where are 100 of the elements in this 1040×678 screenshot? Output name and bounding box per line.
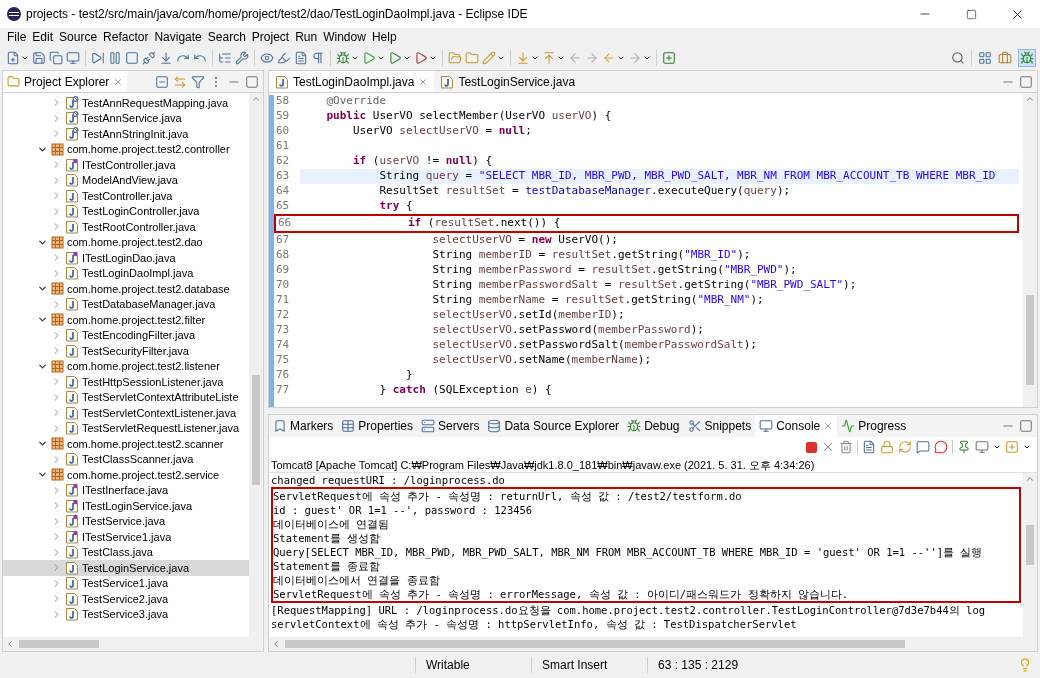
caret-icon[interactable]: [351, 54, 359, 62]
tree-item[interactable]: com.home.project.test2.database: [3, 281, 249, 297]
horizontal-scrollbar[interactable]: [3, 637, 263, 651]
plug-icon[interactable]: [142, 51, 156, 65]
folder-open-icon[interactable]: [448, 51, 462, 65]
collapse-all-icon[interactable]: [155, 74, 169, 89]
pin-icon[interactable]: [957, 440, 971, 454]
caret-icon[interactable]: [21, 54, 29, 62]
tree-item[interactable]: TestHttpSessionListener.java: [3, 374, 249, 390]
horizontal-scrollbar[interactable]: [269, 637, 1037, 651]
tree-item[interactable]: TestController.java: [3, 188, 249, 204]
folder-icon[interactable]: [465, 51, 479, 65]
run-server-icon[interactable]: [388, 51, 402, 65]
vertical-scrollbar[interactable]: [1023, 473, 1037, 637]
perspective-toggle[interactable]: [1018, 49, 1036, 67]
scrollbar-thumb[interactable]: [19, 640, 99, 648]
tree-item[interactable]: ModelAndView.java: [3, 172, 249, 188]
caret-icon[interactable]: [531, 54, 539, 62]
tree-item[interactable]: TestLoginDaoImpl.java: [3, 265, 249, 281]
tree-item[interactable]: TestService1.java: [3, 575, 249, 591]
maximize-icon[interactable]: [245, 74, 259, 89]
speech-bubble-icon[interactable]: [916, 440, 930, 454]
panel-tab[interactable]: Properties: [337, 415, 418, 437]
monitor-icon[interactable]: [66, 51, 80, 65]
menu-item[interactable]: Refactor: [100, 28, 152, 46]
vertical-scrollbar[interactable]: [1023, 93, 1037, 407]
close-icon[interactable]: [418, 76, 429, 87]
tree-item[interactable]: ITestController.java: [3, 157, 249, 173]
chevron-right-icon[interactable]: [51, 252, 62, 264]
filter-icon[interactable]: [191, 74, 205, 89]
menu-item[interactable]: Run: [292, 28, 321, 46]
skip-forward-icon[interactable]: [91, 51, 105, 65]
tree-item[interactable]: ITestLoginService.java: [3, 498, 249, 514]
tree-item[interactable]: TestClassScanner.java: [3, 451, 249, 467]
tree-item[interactable]: TestServletContextAttributeListe: [3, 389, 249, 405]
menu-item[interactable]: Search: [204, 28, 249, 46]
tree-item[interactable]: TestServletContextListener.java: [3, 405, 249, 421]
panel-tab[interactable]: Project Explorer: [3, 71, 128, 92]
caret-icon[interactable]: [377, 54, 385, 62]
pilcrow-icon[interactable]: [311, 51, 325, 65]
eye-icon[interactable]: [260, 51, 274, 65]
wrench-icon[interactable]: [235, 51, 249, 65]
tree-item[interactable]: TestAnnRequestMapping.java: [3, 95, 249, 111]
caret-icon[interactable]: [1023, 443, 1031, 451]
open-window-icon[interactable]: [662, 51, 676, 65]
tree-item[interactable]: com.home.project.test2.listener: [3, 358, 249, 374]
copy-icon[interactable]: [49, 51, 63, 65]
tree-item[interactable]: com.home.project.test2.filter: [3, 312, 249, 328]
menu-item[interactable]: Navigate: [151, 28, 205, 46]
new-file-icon[interactable]: [6, 51, 20, 65]
speech-bubble-icon[interactable]: [934, 440, 948, 454]
search-icon[interactable]: [951, 51, 965, 65]
document-icon[interactable]: [294, 51, 308, 65]
caret-icon[interactable]: [429, 54, 437, 62]
refresh-icon[interactable]: [898, 440, 912, 454]
caret-icon[interactable]: [993, 443, 1001, 451]
stop-icon[interactable]: [125, 51, 139, 65]
menu-item[interactable]: Source: [56, 28, 101, 46]
caret-icon[interactable]: [497, 54, 505, 62]
editor-tab[interactable]: TestLoginService.java: [434, 71, 582, 92]
panel-tab[interactable]: Console: [755, 415, 838, 437]
tree-item[interactable]: TestService2.java: [3, 591, 249, 607]
menu-item[interactable]: Edit: [29, 28, 57, 46]
lock-icon[interactable]: [880, 440, 894, 454]
tree-item[interactable]: TestAnnService.java: [3, 110, 249, 126]
panel-tab[interactable]: Snippets: [683, 415, 756, 437]
close-icon[interactable]: [823, 421, 834, 431]
tree-item[interactable]: TestService3.java: [3, 606, 249, 622]
maximize-icon[interactable]: [1019, 74, 1033, 89]
close-icon[interactable]: [113, 76, 124, 87]
editor-tab[interactable]: TestLoginDaoImpl.java: [269, 71, 435, 92]
scroll-left-icon[interactable]: [5, 639, 15, 649]
run-tool-icon[interactable]: [414, 51, 428, 65]
maximize-icon[interactable]: [1019, 419, 1033, 433]
caret-icon[interactable]: [617, 54, 625, 62]
pause-icon[interactable]: [108, 51, 122, 65]
tree-item[interactable]: ITestInerface.java: [3, 482, 249, 498]
tree-item[interactable]: TestAnnStringInit.java: [3, 126, 249, 142]
two-arrows-icon[interactable]: [173, 74, 187, 89]
arrow-down-icon[interactable]: [159, 51, 173, 65]
tree-item[interactable]: ITestLoginDao.java: [3, 250, 249, 266]
menu-item[interactable]: Window: [320, 28, 369, 46]
scrollbar-thumb[interactable]: [285, 640, 905, 648]
panel-tab[interactable]: Debug: [623, 415, 684, 437]
vertical-scrollbar[interactable]: [249, 93, 263, 637]
panel-tab[interactable]: Markers: [269, 415, 338, 437]
tree-item[interactable]: com.home.project.test2.dao: [3, 234, 249, 250]
caret-icon[interactable]: [403, 54, 411, 62]
tree-item[interactable]: TestRootController.java: [3, 219, 249, 235]
highlighter-icon[interactable]: [277, 51, 291, 65]
briefcase-icon[interactable]: [998, 51, 1012, 65]
caret-icon[interactable]: [557, 54, 565, 62]
caret-icon[interactable]: [643, 54, 651, 62]
scrollbar-thumb[interactable]: [1026, 295, 1034, 385]
stop-icon[interactable]: [806, 441, 817, 453]
forward-arrow-icon[interactable]: [585, 51, 599, 65]
scroll-left-icon[interactable]: [271, 639, 281, 649]
tree-item[interactable]: ITestService1.java: [3, 529, 249, 545]
tree-item[interactable]: TestDatabaseManager.java: [3, 296, 249, 312]
list-tree-icon[interactable]: [218, 51, 232, 65]
